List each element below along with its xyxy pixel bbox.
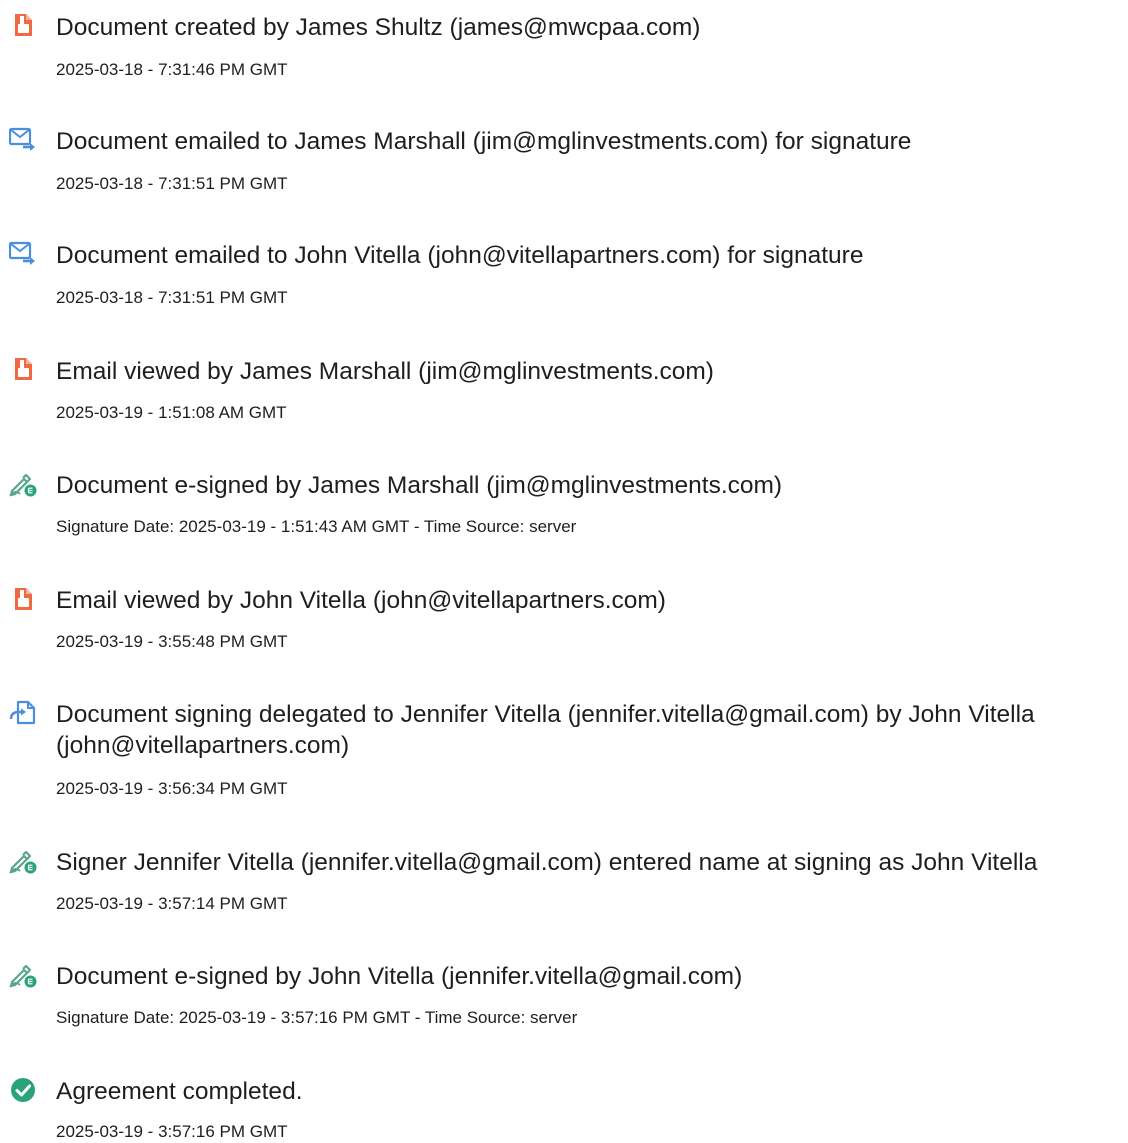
- event-title: Document emailed to James Marshall (jim@…: [56, 128, 912, 155]
- event-title: Document emailed to John Vitella (john@v…: [56, 242, 864, 269]
- check-circle-icon: [9, 1076, 37, 1104]
- document-created-icon: [9, 11, 37, 39]
- esign-pen-icon: [9, 846, 37, 874]
- audit-log: Document created by James Shultz (james@…: [0, 0, 1128, 1142]
- audit-event: Email viewed by John Vitella (john@vitel…: [0, 583, 1128, 653]
- audit-event: Agreement completed. 2025-03-19 - 3:57:1…: [0, 1074, 1128, 1142]
- audit-event: Document e-signed by John Vitella (jenni…: [0, 958, 1128, 1028]
- document-viewed-icon: [9, 585, 37, 613]
- audit-event: Signer Jennifer Vitella (jennifer.vitell…: [0, 844, 1128, 914]
- audit-event: Document e-signed by James Marshall (jim…: [0, 467, 1128, 537]
- event-timestamp: 2025-03-19 - 3:57:14 PM GMT: [56, 894, 288, 913]
- audit-event: Document emailed to John Vitella (john@v…: [0, 239, 1128, 309]
- event-timestamp: 2025-03-18 - 7:31:51 PM GMT: [56, 174, 288, 193]
- esign-pen-icon: [9, 960, 37, 988]
- event-timestamp: 2025-03-18 - 7:31:51 PM GMT: [56, 288, 288, 307]
- event-timestamp: 2025-03-19 - 3:57:16 PM GMT: [56, 1122, 288, 1141]
- event-title: Email viewed by James Marshall (jim@mgli…: [56, 358, 714, 385]
- email-sent-icon: [9, 126, 37, 154]
- event-timestamp: 2025-03-18 - 7:31:46 PM GMT: [56, 60, 288, 79]
- esign-pen-icon: [9, 469, 37, 497]
- audit-event: Document emailed to James Marshall (jim@…: [0, 125, 1128, 195]
- event-title: Document signing delegated to Jennifer V…: [56, 701, 1035, 759]
- audit-event: Document created by James Shultz (james@…: [0, 11, 1128, 81]
- event-title: Document created by James Shultz (james@…: [56, 14, 701, 41]
- event-signature-date: Signature Date: 2025-03-19 - 1:51:43 AM …: [56, 517, 577, 536]
- delegate-icon: [9, 699, 37, 727]
- event-signature-date: Signature Date: 2025-03-19 - 3:57:16 PM …: [56, 1008, 578, 1027]
- document-viewed-icon: [9, 355, 37, 383]
- event-timestamp: 2025-03-19 - 3:55:48 PM GMT: [56, 632, 288, 651]
- email-sent-icon: [9, 240, 37, 268]
- audit-event: Email viewed by James Marshall (jim@mgli…: [0, 353, 1128, 423]
- event-title: Agreement completed.: [56, 1078, 303, 1105]
- event-title: Document e-signed by John Vitella (jenni…: [56, 963, 743, 990]
- audit-event: Document signing delegated to Jennifer V…: [0, 697, 1128, 802]
- event-title: Signer Jennifer Vitella (jennifer.vitell…: [56, 849, 1038, 876]
- event-timestamp: 2025-03-19 - 3:56:34 PM GMT: [56, 779, 288, 798]
- event-timestamp: 2025-03-19 - 1:51:08 AM GMT: [56, 403, 287, 422]
- event-title: Document e-signed by James Marshall (jim…: [56, 472, 783, 499]
- event-title: Email viewed by John Vitella (john@vitel…: [56, 587, 666, 614]
